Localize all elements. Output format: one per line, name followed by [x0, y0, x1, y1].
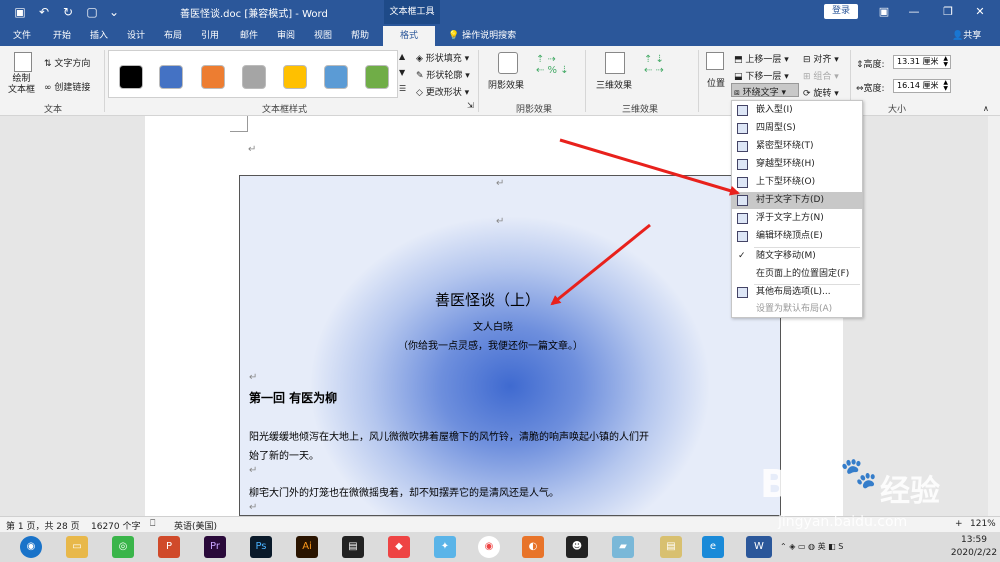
file-explorer-icon[interactable]: ▭: [66, 536, 88, 558]
start-icon[interactable]: ◉: [20, 536, 42, 558]
clock-date: 2020/2/22: [950, 548, 998, 558]
language[interactable]: 英语(美国): [174, 519, 217, 532]
photoshop-icon[interactable]: Ps: [250, 536, 272, 558]
watermark-brand: Bai: [760, 462, 828, 506]
chrome-icon[interactable]: ◉: [478, 536, 500, 558]
app-icon-red[interactable]: ◆: [388, 536, 410, 558]
tray-icons[interactable]: ⌃ ◈ ▭ ◍ 英 ◧ S: [780, 541, 843, 552]
premiere-icon[interactable]: Pr: [204, 536, 226, 558]
arrow-to-title: [550, 223, 651, 306]
watermark-brand-cn: 经验: [880, 474, 940, 509]
app-icon-book[interactable]: ▰: [612, 536, 634, 558]
baidu-watermark: Bai 🐾 经验 jingyan.baidu.com: [760, 456, 980, 540]
app-icon-blue[interactable]: ✦: [434, 536, 456, 558]
watermark-url: jingyan.baidu.com: [778, 514, 908, 530]
arrow-to-menu-item: [559, 138, 740, 196]
wechat-icon[interactable]: ◎: [112, 536, 134, 558]
video-editor-icon[interactable]: ▤: [342, 536, 364, 558]
illustrator-icon[interactable]: Ai: [296, 536, 318, 558]
paw-icon: 🐾: [840, 456, 878, 491]
powerpoint-icon[interactable]: P: [158, 536, 180, 558]
proofing-icon[interactable]: ⎕: [150, 519, 155, 529]
word-count[interactable]: 16270 个字: [91, 519, 141, 532]
ie-icon[interactable]: e: [702, 536, 724, 558]
notes-icon[interactable]: ▤: [660, 536, 682, 558]
app-icon-orange[interactable]: ◐: [522, 536, 544, 558]
qq-icon[interactable]: ☻: [566, 536, 588, 558]
page-count[interactable]: 第 1 页，共 28 页: [6, 519, 80, 532]
